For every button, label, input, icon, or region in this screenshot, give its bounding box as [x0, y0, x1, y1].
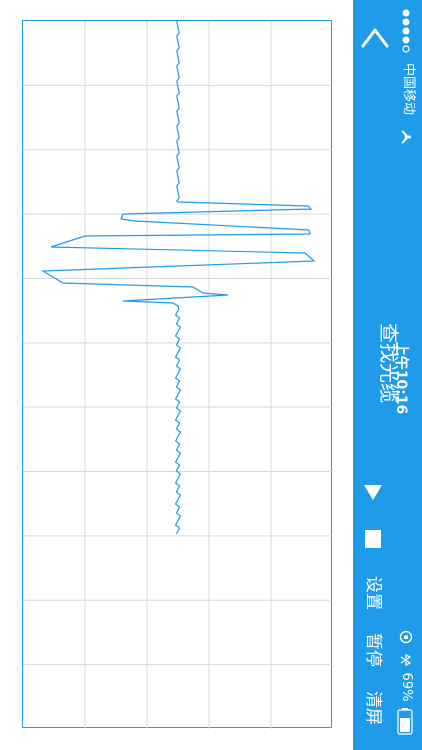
- chevron-left-icon[interactable]: [361, 24, 389, 50]
- bluetooth-icon: [400, 654, 412, 666]
- clear-button[interactable]: 清屏: [363, 686, 383, 730]
- signal-dots-icon: [402, 9, 410, 53]
- waveform-canvas: [23, 21, 333, 729]
- settings-button[interactable]: 设置: [363, 571, 383, 615]
- status-time: 上午10:16: [393, 341, 409, 415]
- play-triangle-icon[interactable]: [363, 482, 383, 502]
- carrier-label: 中国移动: [401, 62, 416, 115]
- rotation-lock-icon: [399, 630, 413, 644]
- plot-grid: [23, 21, 333, 729]
- battery-percent: 69%: [399, 672, 414, 702]
- battery-icon: [397, 708, 413, 735]
- waveform-plot: [22, 20, 333, 729]
- pause-button[interactable]: 暂停: [363, 628, 383, 672]
- wifi-icon: [401, 130, 412, 144]
- side-toolbar: 中国移动 查找光缆 上午10:16 设置 暂停 清屏 69%: [353, 0, 422, 750]
- signal-trace: [40, 21, 316, 535]
- stop-square-icon[interactable]: [365, 530, 381, 548]
